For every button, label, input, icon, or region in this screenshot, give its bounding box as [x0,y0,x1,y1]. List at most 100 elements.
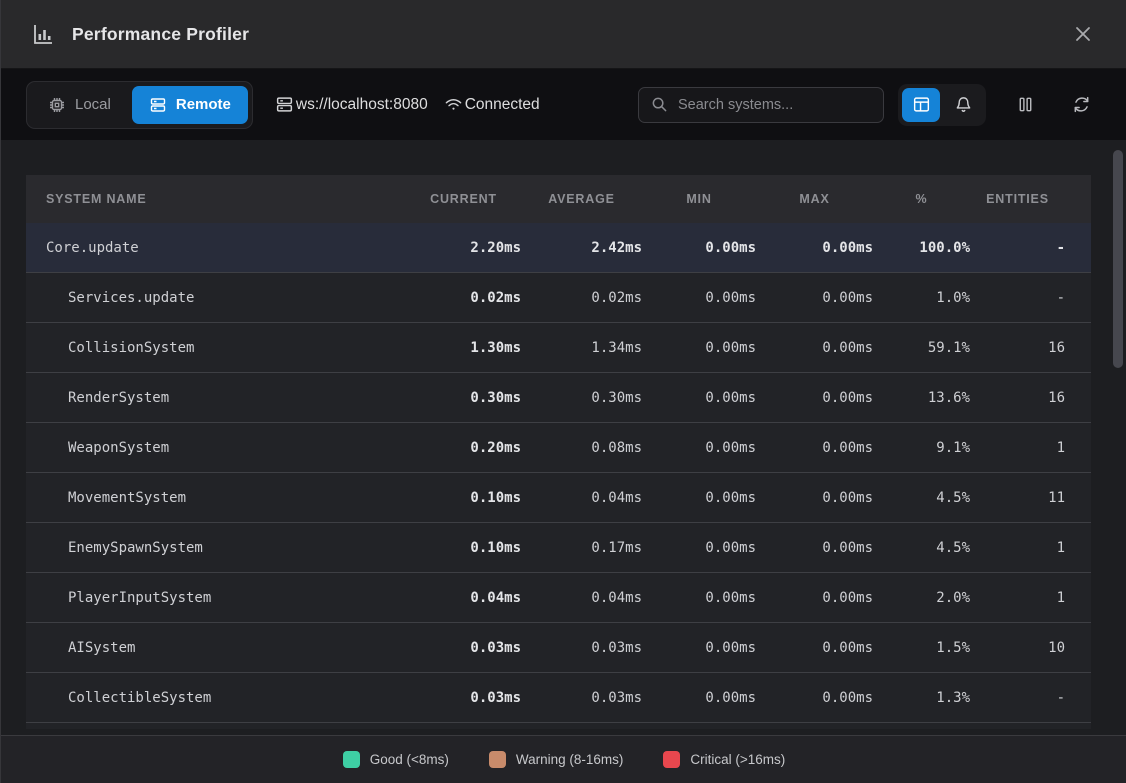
column-header-min: MIN [642,192,756,206]
max-cell: 0.00ms [756,340,873,356]
current-cell: 2.20ms [406,240,521,256]
average-cell: 2.42ms [521,240,642,256]
average-cell: 0.30ms [521,390,642,406]
table-header-row: SYSTEM NAME CURRENT AVERAGE MIN MAX % EN… [26,175,1091,223]
connection-status-text: Connected [465,96,540,114]
table-row[interactable]: WeaponSystem0.20ms0.08ms0.00ms0.00ms9.1%… [26,423,1091,473]
percent-cell: 59.1% [873,340,970,356]
current-cell: 0.30ms [406,390,521,406]
systems-table: SYSTEM NAME CURRENT AVERAGE MIN MAX % EN… [26,175,1091,729]
min-cell: 0.00ms [642,440,756,456]
entities-cell: 1 [970,440,1065,456]
cpu-icon [48,96,66,114]
column-header-max: MAX [756,192,873,206]
table-row[interactable]: CollectibleSystem0.03ms0.03ms0.00ms0.00m… [26,673,1091,723]
max-cell: 0.00ms [756,390,873,406]
column-header-current: CURRENT [406,192,521,206]
current-cell: 0.20ms [406,440,521,456]
bar-chart-icon [31,22,55,46]
average-cell: 0.02ms [521,290,642,306]
percent-cell: 4.5% [873,540,970,556]
table-row[interactable]: EnemySpawnSystem0.10ms0.17ms0.00ms0.00ms… [26,523,1091,573]
connection-url: ws://localhost:8080 [275,95,428,114]
search-icon [651,96,668,113]
scrollbar-thumb[interactable] [1113,150,1123,368]
remote-button[interactable]: Remote [132,86,248,124]
average-cell: 0.08ms [521,440,642,456]
connection-url-text: ws://localhost:8080 [296,96,428,114]
wifi-icon [444,95,463,114]
table-body: Core.update2.20ms2.42ms0.00ms0.00ms100.0… [26,223,1091,723]
percent-cell: 4.5% [873,490,970,506]
percent-cell: 100.0% [873,240,970,256]
table-row[interactable]: AISystem0.03ms0.03ms0.00ms0.00ms1.5%10 [26,623,1091,673]
table-layout-icon[interactable] [902,88,940,122]
entities-cell: 1 [970,540,1065,556]
bell-icon[interactable] [944,88,982,122]
table-row[interactable]: PlayerInputSystem0.04ms0.04ms0.00ms0.00m… [26,573,1091,623]
table-row[interactable]: RenderSystem0.30ms0.30ms0.00ms0.00ms13.6… [26,373,1091,423]
toolbar: Local Remote ws://localhost:808 [1,69,1126,140]
close-icon[interactable] [1068,19,1098,49]
min-cell: 0.00ms [642,690,756,706]
legend-item: Critical (>16ms) [663,751,785,768]
system-name-cell: CollectibleSystem [26,690,406,706]
average-cell: 0.04ms [521,590,642,606]
min-cell: 0.00ms [642,340,756,356]
app-header: Performance Profiler [1,0,1126,69]
scrollbar-track[interactable] [1111,148,1123,728]
min-cell: 0.00ms [642,290,756,306]
table-row[interactable]: CollisionSystem1.30ms1.34ms0.00ms0.00ms5… [26,323,1091,373]
percent-cell: 1.0% [873,290,970,306]
legend-label: Good (<8ms) [370,752,449,767]
system-name-cell: Services.update [26,290,406,306]
average-cell: 1.34ms [521,340,642,356]
percent-cell: 13.6% [873,390,970,406]
page-title: Performance Profiler [72,24,249,45]
view-toggle-group [898,84,986,126]
search-input[interactable] [678,97,871,113]
percent-cell: 2.0% [873,590,970,606]
legend-swatch [343,751,360,768]
entities-cell: 11 [970,490,1065,506]
entities-cell: 1 [970,590,1065,606]
column-header-percent: % [873,192,970,206]
connection-status: Connected [444,95,540,114]
system-name-cell: WeaponSystem [26,440,406,456]
legend-swatch [663,751,680,768]
max-cell: 0.00ms [756,240,873,256]
max-cell: 0.00ms [756,690,873,706]
local-button[interactable]: Local [31,86,128,124]
max-cell: 0.00ms [756,440,873,456]
current-cell: 0.03ms [406,640,521,656]
average-cell: 0.17ms [521,540,642,556]
table-row[interactable]: MovementSystem0.10ms0.04ms0.00ms0.00ms4.… [26,473,1091,523]
column-header-entities: ENTITIES [970,192,1065,206]
legend-footer: Good (<8ms)Warning (8-16ms)Critical (>16… [1,735,1126,783]
table-row[interactable]: Services.update0.02ms0.02ms0.00ms0.00ms1… [26,273,1091,323]
server-icon [275,95,294,114]
entities-cell: - [970,240,1065,256]
column-header-system-name: SYSTEM NAME [26,192,406,206]
main-content: SYSTEM NAME CURRENT AVERAGE MIN MAX % EN… [1,140,1126,735]
current-cell: 0.03ms [406,690,521,706]
refresh-icon[interactable] [1064,88,1098,122]
table-row[interactable]: Core.update2.20ms2.42ms0.00ms0.00ms100.0… [26,223,1091,273]
max-cell: 0.00ms [756,590,873,606]
pause-icon[interactable] [1008,88,1042,122]
entities-cell: 16 [970,390,1065,406]
max-cell: 0.00ms [756,490,873,506]
percent-cell: 1.3% [873,690,970,706]
server-icon [149,96,167,114]
connection-info: ws://localhost:8080 Connected [275,95,540,114]
max-cell: 0.00ms [756,290,873,306]
percent-cell: 1.5% [873,640,970,656]
remote-button-label: Remote [176,96,231,113]
min-cell: 0.00ms [642,240,756,256]
legend-item: Good (<8ms) [343,751,449,768]
column-header-average: AVERAGE [521,192,642,206]
average-cell: 0.03ms [521,690,642,706]
search-box [638,87,884,123]
min-cell: 0.00ms [642,590,756,606]
system-name-cell: PlayerInputSystem [26,590,406,606]
